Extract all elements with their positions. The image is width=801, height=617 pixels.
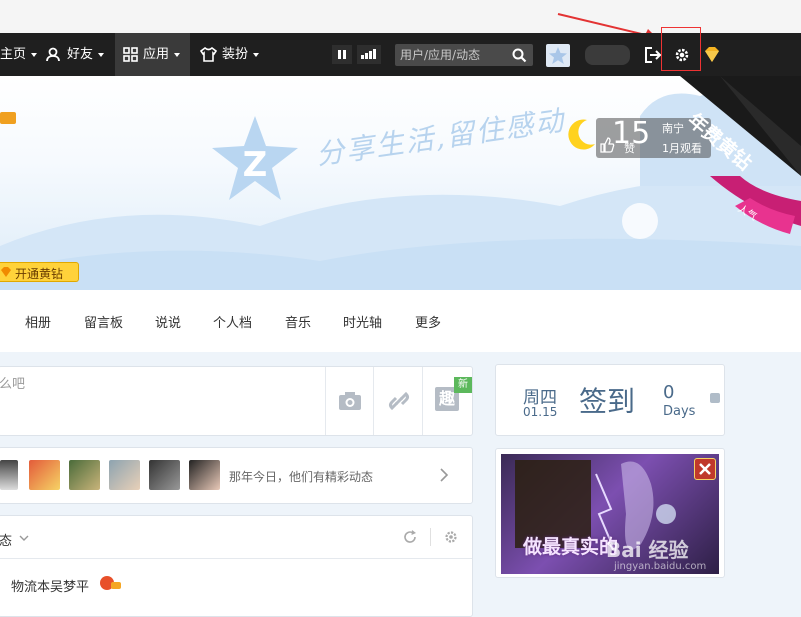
moon-icon — [568, 119, 595, 150]
avatar[interactable] — [69, 460, 100, 490]
nav-friends-label: 好友 — [67, 47, 94, 62]
avatar[interactable] — [189, 460, 220, 490]
nav-apps[interactable]: 应用 — [115, 33, 190, 76]
settings-highlight-box — [661, 27, 701, 71]
chevron-right-icon — [440, 468, 449, 482]
game-ad-title: 做最真实的 — [523, 536, 619, 558]
avatar[interactable] — [0, 460, 18, 490]
fruit-badge-icon — [100, 576, 121, 590]
link-icon — [389, 391, 409, 411]
apps-grid-icon — [123, 47, 138, 62]
vip-star-avatar[interactable] — [546, 44, 570, 67]
checkin-tab-handle[interactable] — [710, 393, 720, 403]
checkin-days: 0 — [663, 382, 675, 403]
star-icon — [549, 47, 567, 64]
status-composer: 么吧 趣 新 — [0, 366, 473, 436]
divider — [430, 528, 431, 546]
status-input[interactable]: 么吧 — [0, 373, 321, 429]
qzone-star-logo: Z — [212, 116, 298, 200]
nav-apps-label: 应用 — [143, 47, 170, 62]
open-yellow-label: 开通黄钻 — [15, 267, 64, 281]
user-name-blurred[interactable] — [585, 45, 630, 65]
tab-album[interactable]: 相册 — [25, 312, 51, 331]
tab-guestbook[interactable]: 留言板 — [84, 312, 123, 331]
thumbs-up-icon — [600, 137, 615, 153]
avatar[interactable] — [109, 460, 140, 490]
feed-header-label: 态 — [0, 534, 13, 549]
nav-dress[interactable]: 装扮 — [200, 33, 260, 76]
like-label: 赞 — [624, 142, 635, 155]
chevron-down-icon[interactable] — [19, 535, 29, 542]
tshirt-icon — [200, 47, 217, 62]
feed-username[interactable]: 物流本吴梦平 — [11, 576, 89, 595]
level-badge — [0, 112, 16, 124]
memories-text: 那年今日，他们有精彩动态 — [229, 470, 374, 484]
refresh-icon[interactable] — [403, 530, 417, 544]
open-yellow-diamond-button[interactable]: 开通黄钻 — [0, 262, 79, 282]
search-box — [395, 44, 533, 66]
diamond-icon — [705, 47, 719, 62]
nav-home[interactable]: 主页 — [0, 33, 38, 76]
chevron-down-icon — [174, 52, 181, 57]
search-input[interactable] — [395, 44, 510, 66]
svg-text:Z: Z — [243, 145, 268, 185]
fun-button[interactable]: 趣 新 — [422, 367, 472, 435]
yellow-diamond-button[interactable] — [701, 45, 723, 65]
checkin-days-label: Days — [663, 404, 696, 419]
pause-icon — [338, 50, 346, 59]
avatar[interactable] — [29, 460, 60, 490]
search-icon[interactable] — [512, 48, 527, 63]
chevron-down-icon — [98, 52, 105, 57]
close-icon — [699, 463, 711, 475]
nav-friends[interactable]: 好友 — [46, 33, 105, 76]
chevron-down-icon — [31, 52, 38, 57]
watermark-url: jingyan.baidu.com — [614, 561, 707, 572]
avatar[interactable] — [149, 460, 180, 490]
close-button[interactable] — [694, 458, 716, 480]
link-button[interactable] — [373, 367, 422, 435]
chevron-down-icon — [253, 52, 260, 57]
profile-hero: Z 分享生活,留住感动 15 赞 南宁 1月观看 年费黄钻 人气 开通黄钻 — [0, 76, 801, 290]
checkin-card: 周四 01.15 签到 0 Days — [495, 364, 725, 436]
gear-icon[interactable] — [444, 530, 458, 544]
photo-button[interactable] — [325, 367, 373, 435]
tab-timeline[interactable]: 时光轴 — [343, 312, 382, 331]
watermark-text: Bai 经验 — [606, 538, 689, 562]
new-badge: 新 — [454, 377, 472, 393]
game-ad-card: 做最真实的 Bai 经验 jingyan.baidu.com — [495, 448, 725, 578]
checkin-button[interactable]: 签到 — [579, 380, 635, 420]
nav-home-label: 主页 — [0, 47, 27, 62]
signal-bars-icon — [361, 49, 376, 59]
tab-profile[interactable]: 个人档 — [213, 312, 252, 331]
friends-icon — [46, 47, 60, 62]
tab-music[interactable]: 音乐 — [285, 312, 311, 331]
camera-icon — [339, 392, 361, 410]
tab-moods[interactable]: 说说 — [155, 312, 181, 331]
feed-header: 态 — [0, 516, 472, 559]
nav-dress-label: 装扮 — [222, 47, 249, 62]
tab-more[interactable]: 更多 — [415, 312, 441, 331]
like-button[interactable] — [598, 136, 616, 154]
checkin-date: 01.15 — [523, 405, 558, 419]
feed-card: 态 物流本吴梦平 — [0, 515, 473, 617]
diamond-small-icon — [1, 267, 11, 277]
profile-tabs: 相册 留言板 说说 个人档 音乐 时光轴 更多 — [0, 290, 801, 352]
signal-button[interactable] — [357, 45, 381, 64]
pause-button[interactable] — [332, 45, 352, 64]
